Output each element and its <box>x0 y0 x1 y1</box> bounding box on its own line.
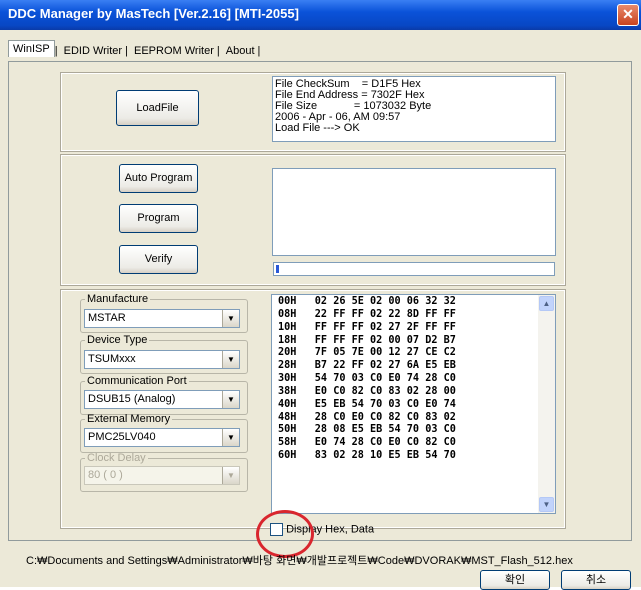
load-file-label: LoadFile <box>136 102 179 114</box>
hex-dump-rows: 00H 02 26 5E 02 00 06 32 32 08H 22 FF FF… <box>278 296 456 463</box>
verify-label: Verify <box>144 253 173 265</box>
hex-row: 30H 54 70 03 C0 E0 74 28 C0 <box>278 373 456 385</box>
hex-row: 10H FF FF FF 02 27 2F FF FF <box>278 321 456 333</box>
clock-delay-value: 80 ( 0 ) <box>88 469 123 481</box>
external-memory-select[interactable]: PMC25LV040 ▼ <box>84 428 240 447</box>
scroll-up-arrow-icon[interactable]: ▲ <box>539 296 554 311</box>
ok-button[interactable]: 확인 <box>480 570 550 590</box>
hex-row: 00H 02 26 5E 02 00 06 32 32 <box>278 296 456 307</box>
program-log-box <box>272 168 556 256</box>
clock-delay-legend: Clock Delay <box>87 452 146 464</box>
tab-winisp[interactable]: WinISP <box>8 40 55 57</box>
chevron-down-icon[interactable]: ▼ <box>222 429 239 446</box>
program-button[interactable]: Program <box>119 204 198 233</box>
manufacture-select[interactable]: MSTAR ▼ <box>84 309 240 328</box>
communication-port-legend: Communication Port <box>87 375 187 387</box>
external-memory-value: PMC25LV040 <box>88 431 156 443</box>
ok-label: 확인 <box>504 574 526 586</box>
communication-port-value: DSUB15 (Analog) <box>88 393 176 405</box>
clock-delay-select: 80 ( 0 ) ▼ <box>84 466 240 485</box>
hex-row: 18H FF FF FF 02 00 07 D2 B7 <box>278 334 456 346</box>
tab-separator: | <box>54 45 58 57</box>
chevron-down-icon: ▼ <box>222 467 239 484</box>
file-info-text: File CheckSum = D1F5 Hex File End Addres… <box>275 78 432 134</box>
close-button[interactable]: ✕ <box>617 4 639 26</box>
manufacture-value: MSTAR <box>88 312 126 324</box>
chevron-down-icon[interactable]: ▼ <box>222 310 239 327</box>
hex-row: 40H E5 EB 54 70 03 C0 E0 74 <box>278 398 456 410</box>
verify-button[interactable]: Verify <box>119 245 198 274</box>
hex-vertical-scrollbar[interactable]: ▲ ▼ <box>538 295 555 513</box>
program-progress-bar <box>273 262 555 276</box>
auto-program-button[interactable]: Auto Program <box>119 164 198 193</box>
cancel-button[interactable]: 취소 <box>561 570 631 590</box>
device-type-legend: Device Type <box>87 334 148 346</box>
cancel-label: 취소 <box>585 574 607 586</box>
tab-edid-writer[interactable]: EDID Writer <box>61 43 125 59</box>
hex-row: 50H 28 08 E5 EB 54 70 03 C0 <box>278 424 456 436</box>
tab-separator: | <box>216 45 220 57</box>
tab-eeprom-writer[interactable]: EEPROM Writer <box>131 43 217 59</box>
chevron-down-icon[interactable]: ▼ <box>222 351 239 368</box>
scroll-down-arrow-icon[interactable]: ▼ <box>539 497 554 512</box>
file-path-label: C:₩Documents and Settings₩Administrator₩… <box>26 555 573 567</box>
close-icon: ✕ <box>622 6 634 22</box>
hex-row: 38H E0 C0 82 C0 83 02 28 00 <box>278 385 456 397</box>
tab-separator: | <box>125 45 128 57</box>
tab-strip: WinISP | EDID Writer | EEPROM Writer | Abou… <box>8 40 261 62</box>
title-bar[interactable]: DDC Manager by MasTech [Ver.2.16] [MTI-2… <box>0 0 641 30</box>
program-label: Program <box>137 212 180 224</box>
load-file-button[interactable]: LoadFile <box>116 90 199 126</box>
hex-dump-listbox[interactable]: 00H 02 26 5E 02 00 06 32 32 08H 22 FF FF… <box>271 294 556 514</box>
communication-port-select[interactable]: DSUB15 (Analog) ▼ <box>84 390 240 409</box>
ddc-manager-window: DDC Manager by MasTech [Ver.2.16] [MTI-2… <box>0 0 641 590</box>
hex-row: 58H E0 74 28 C0 E0 C0 82 C0 <box>278 437 456 449</box>
hex-row: 28H B7 22 FF 02 27 6A E5 EB <box>278 360 456 372</box>
chevron-down-icon[interactable]: ▼ <box>222 391 239 408</box>
hex-row: 08H 22 FF FF 02 22 8D FF FF <box>278 308 456 320</box>
auto-program-label: Auto Program <box>124 172 193 184</box>
device-type-select[interactable]: TSUMxxx ▼ <box>84 350 240 369</box>
red-highlight-circle <box>256 510 314 558</box>
device-type-value: TSUMxxx <box>88 353 136 365</box>
external-memory-legend: External Memory <box>87 413 171 425</box>
window-title: DDC Manager by MasTech [Ver.2.16] [MTI-2… <box>8 6 299 21</box>
tab-separator: | <box>257 45 261 57</box>
tab-about[interactable]: About <box>223 43 258 59</box>
progress-fill <box>276 265 279 273</box>
hex-row: 48H 28 C0 E0 C0 82 C0 83 02 <box>278 411 456 423</box>
hex-row: 20H 7F 05 7E 00 12 27 CE C2 <box>278 347 456 359</box>
manufacture-legend: Manufacture <box>87 293 149 305</box>
hex-row: 60H 83 02 28 10 E5 EB 54 70 <box>278 450 456 462</box>
